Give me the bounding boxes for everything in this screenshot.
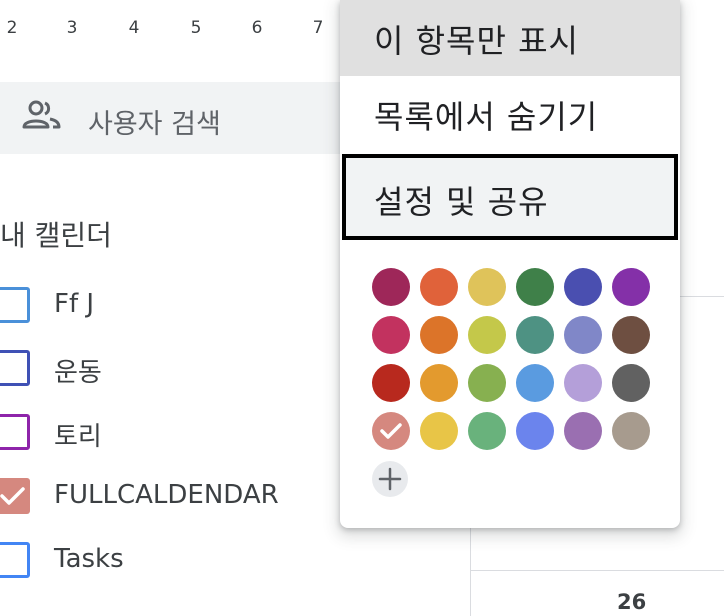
menu-item-display-only-this[interactable]: 이 항목만 표시 [340, 0, 680, 76]
mini-calendar-day[interactable]: 4 [122, 18, 146, 38]
check-icon [0, 487, 25, 505]
menu-item-label: 설정 및 공유 [374, 183, 549, 221]
calendar-checkbox[interactable] [0, 287, 30, 323]
check-icon [380, 423, 402, 439]
my-calendars-heading[interactable]: 내 캘린더 [0, 214, 112, 254]
mini-calendar-day[interactable]: 7 [306, 18, 330, 38]
calendar-item-label: Ff J [54, 289, 95, 319]
mini-calendar-day[interactable]: 2 [0, 18, 24, 38]
color-swatch[interactable] [420, 316, 458, 354]
calendar-item-label: FULLCALDENDAR [54, 480, 279, 510]
mini-calendar-day[interactable]: 5 [184, 18, 208, 38]
calendar-item-tori[interactable]: 토리 [0, 407, 340, 457]
color-swatch[interactable] [516, 364, 554, 402]
color-swatch[interactable] [516, 316, 554, 354]
color-swatch[interactable] [372, 316, 410, 354]
calendar-item-label: 토리 [54, 422, 102, 452]
color-swatch[interactable] [468, 412, 506, 450]
color-swatch[interactable] [612, 364, 650, 402]
color-swatch[interactable] [564, 364, 602, 402]
plus-icon [378, 467, 402, 491]
color-swatch[interactable] [420, 412, 458, 450]
mini-calendar-day[interactable]: 6 [245, 18, 269, 38]
color-swatch[interactable] [420, 364, 458, 402]
color-swatch[interactable] [468, 364, 506, 402]
color-swatch[interactable] [516, 268, 554, 306]
people-icon [22, 100, 62, 130]
color-swatch[interactable] [468, 316, 506, 354]
menu-item-label: 이 항목만 표시 [374, 22, 579, 60]
calendar-item-label: 운동 [54, 358, 102, 388]
calendar-checkbox[interactable] [0, 414, 30, 450]
menu-item-settings-and-sharing[interactable]: 설정 및 공유 [342, 154, 678, 240]
calendar-checkbox[interactable] [0, 542, 30, 578]
grid-line [470, 570, 724, 571]
add-custom-color-button[interactable] [372, 461, 408, 497]
color-swatch[interactable] [564, 412, 602, 450]
menu-item-hide-from-list[interactable]: 목록에서 숨기기 [340, 76, 680, 152]
color-swatch[interactable] [372, 412, 410, 450]
mini-calendar-week: 2 3 4 5 6 7 [0, 18, 340, 42]
calendar-checkbox[interactable] [0, 350, 30, 386]
color-swatch[interactable] [564, 316, 602, 354]
calendar-options-menu: 이 항목만 표시 목록에서 숨기기 설정 및 공유 [340, 0, 680, 528]
menu-item-label: 목록에서 숨기기 [374, 98, 599, 136]
mini-calendar-day[interactable]: 3 [60, 18, 84, 38]
color-swatch[interactable] [612, 268, 650, 306]
calendar-item-label: Tasks [54, 544, 124, 574]
calendar-date-number[interactable]: 26 [617, 590, 646, 614]
color-swatch[interactable] [612, 316, 650, 354]
color-swatch[interactable] [468, 268, 506, 306]
color-swatch[interactable] [420, 268, 458, 306]
color-swatch[interactable] [612, 412, 650, 450]
calendar-item-tasks[interactable]: Tasks [0, 535, 340, 585]
color-swatch[interactable] [372, 364, 410, 402]
calendar-item-exercise[interactable]: 운동 [0, 343, 340, 393]
search-people-label: 사용자 검색 [88, 109, 221, 140]
color-swatch[interactable] [516, 412, 554, 450]
calendar-item-ffj[interactable]: Ff J [0, 280, 340, 330]
color-swatch[interactable] [372, 268, 410, 306]
calendar-item-fullcaldendar[interactable]: FULLCALDENDAR [0, 471, 340, 521]
color-swatch[interactable] [564, 268, 602, 306]
search-people-input[interactable]: 사용자 검색 [0, 82, 360, 154]
calendar-checkbox-checked[interactable] [0, 478, 30, 514]
